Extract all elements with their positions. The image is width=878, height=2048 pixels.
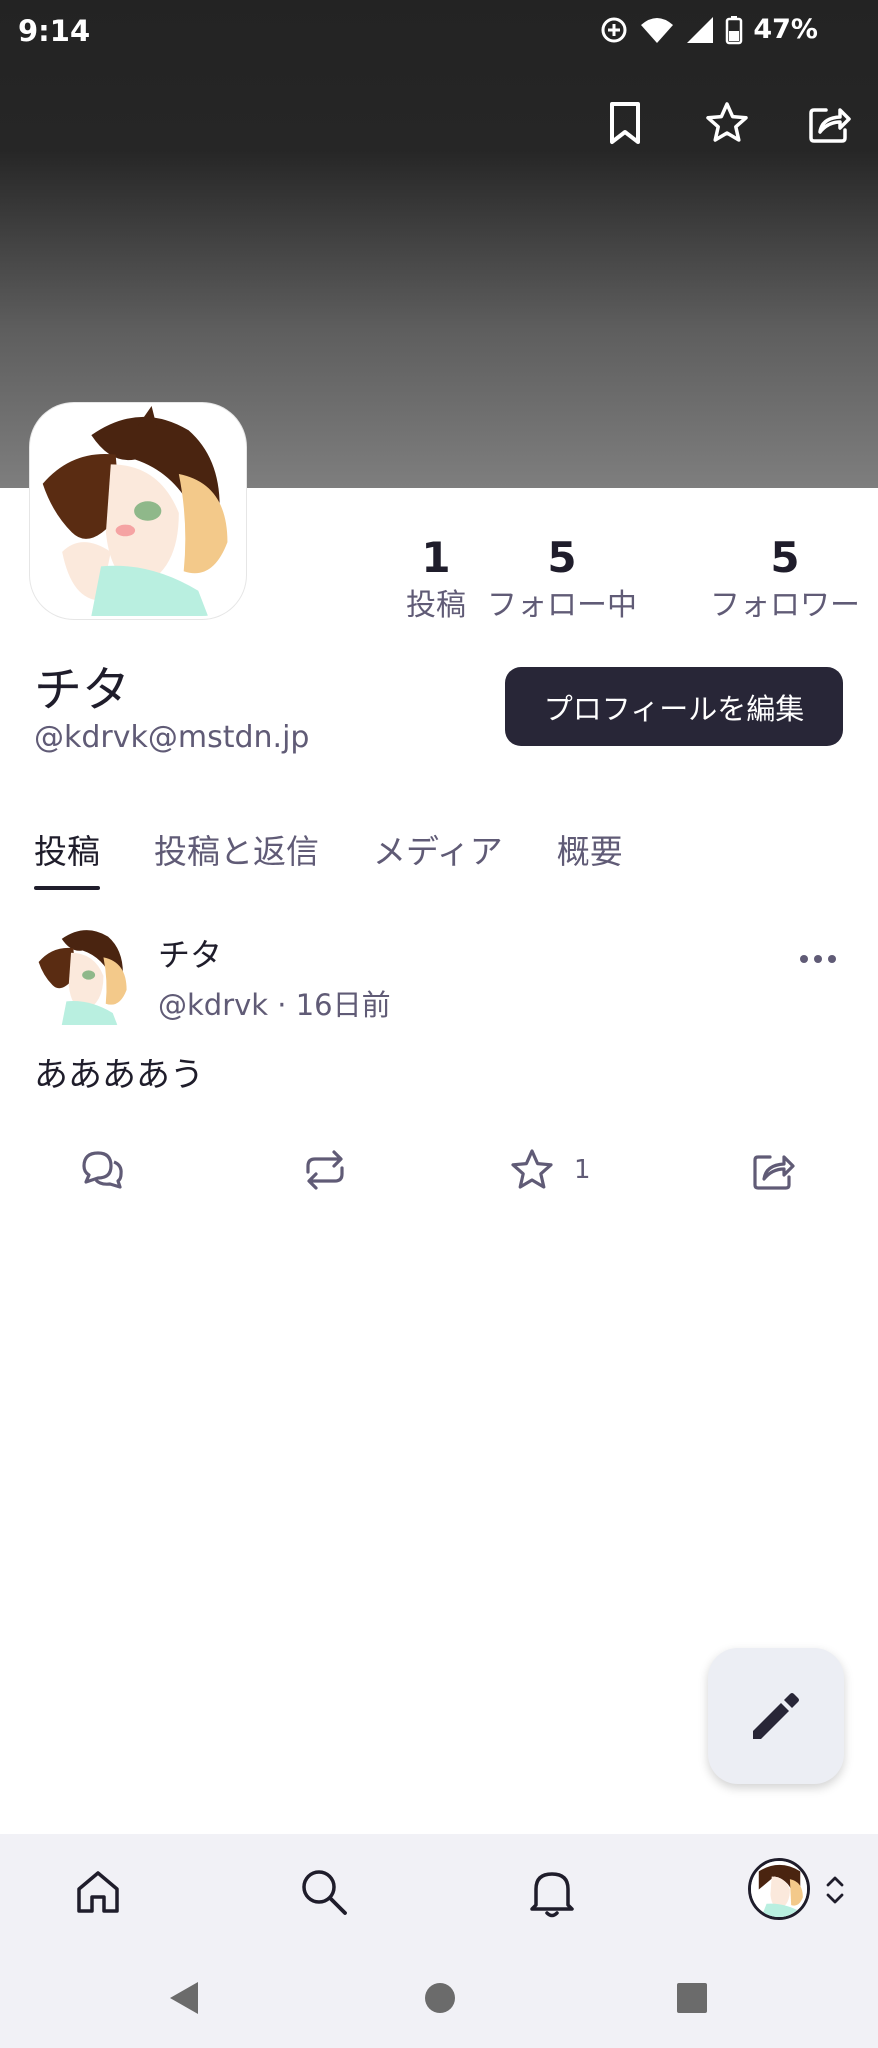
system-navigation-bar <box>0 1946 878 2048</box>
battery-icon <box>726 15 743 44</box>
wifi-icon <box>641 17 674 43</box>
post-more-button[interactable] <box>792 944 844 974</box>
post-meta: @kdrvk · 16日前 <box>158 988 391 1022</box>
share-post-button[interactable] <box>750 1140 796 1200</box>
share-profile-button[interactable] <box>804 98 854 148</box>
stat-following[interactable]: 5 フォロー中 <box>482 530 642 626</box>
profile-display-name: チタ <box>34 662 131 718</box>
profile-avatar[interactable] <box>30 403 246 619</box>
boost-icon <box>306 1150 344 1190</box>
status-time: 9:14 <box>18 14 91 48</box>
search-icon <box>302 1870 347 1915</box>
stat-following-count: 5 <box>547 533 577 582</box>
favourite-count: 1 <box>574 1155 591 1185</box>
post-author-name[interactable]: チタ <box>158 930 222 976</box>
system-recents-button[interactable] <box>670 1976 714 2020</box>
favourite-button[interactable]: 1 <box>508 1140 591 1200</box>
bookmark-button[interactable] <box>600 98 650 148</box>
stat-followers-count: 5 <box>770 533 800 582</box>
stat-posts-count: 1 <box>421 533 451 582</box>
tab-posts[interactable]: 投稿 <box>34 830 100 894</box>
status-icons: 47% <box>599 14 818 45</box>
post-content: ああああう <box>34 1055 204 1095</box>
status-bar: 9:14 47% <box>0 0 878 64</box>
profile-tabs: 投稿 投稿と返信 メディア 概要 <box>34 830 677 894</box>
favourites-button[interactable] <box>702 98 752 148</box>
system-home-button[interactable] <box>418 1976 462 2020</box>
boost-button[interactable] <box>300 1140 350 1200</box>
pencil-icon <box>753 1693 799 1739</box>
more-dot-icon <box>814 955 822 963</box>
account-switcher-chevron-icon[interactable] <box>822 1872 848 1908</box>
bottom-navigation <box>0 1834 878 1946</box>
nav-profile-avatar[interactable] <box>748 1858 810 1920</box>
stat-following-label: フォロー中 <box>487 588 637 623</box>
reply-icon <box>82 1151 123 1189</box>
bell-icon <box>530 1872 574 1918</box>
home-icon <box>77 1871 119 1913</box>
star-icon <box>706 102 748 142</box>
avatar-illustration <box>33 406 243 616</box>
more-dot-icon <box>828 955 836 963</box>
compose-button[interactable] <box>708 1648 844 1784</box>
tab-about[interactable]: 概要 <box>557 830 623 894</box>
post-actions: 1 <box>0 1140 878 1200</box>
data-saver-icon <box>601 17 627 42</box>
more-dot-icon <box>800 955 808 963</box>
post-avatar[interactable] <box>34 925 134 1025</box>
nav-notifications[interactable] <box>520 1860 584 1924</box>
avatar-illustration <box>34 925 134 1025</box>
avatar-illustration <box>751 1861 807 1917</box>
signal-icon <box>687 16 714 43</box>
nav-home[interactable] <box>66 1860 130 1924</box>
tab-posts-and-replies[interactable]: 投稿と返信 <box>154 830 319 894</box>
back-triangle-icon <box>170 1982 198 2014</box>
stat-posts-label: 投稿 <box>406 588 466 623</box>
stat-followers[interactable]: 5 フォロワー <box>690 530 878 626</box>
bookmark-icon <box>610 102 640 144</box>
system-back-button[interactable] <box>162 1976 206 2020</box>
reply-button[interactable] <box>78 1140 126 1200</box>
battery-percentage: 47% <box>753 14 818 45</box>
stat-posts[interactable]: 1 投稿 <box>386 530 486 626</box>
nav-search[interactable] <box>292 1860 356 1924</box>
profile-stats: 1 投稿 5 フォロー中 5 フォロワー <box>360 530 878 630</box>
edit-profile-button[interactable]: プロフィールを編集 <box>505 667 843 746</box>
profile-top-actions <box>600 98 854 148</box>
share-icon <box>809 108 851 143</box>
star-icon <box>511 1149 553 1189</box>
profile-acct: @kdrvk@mstdn.jp <box>34 720 310 755</box>
share-icon <box>753 1155 795 1190</box>
home-circle-icon <box>425 1983 455 2013</box>
stat-followers-label: フォロワー <box>710 588 860 623</box>
tab-media[interactable]: メディア <box>373 830 503 894</box>
recents-square-icon <box>677 1983 707 2013</box>
